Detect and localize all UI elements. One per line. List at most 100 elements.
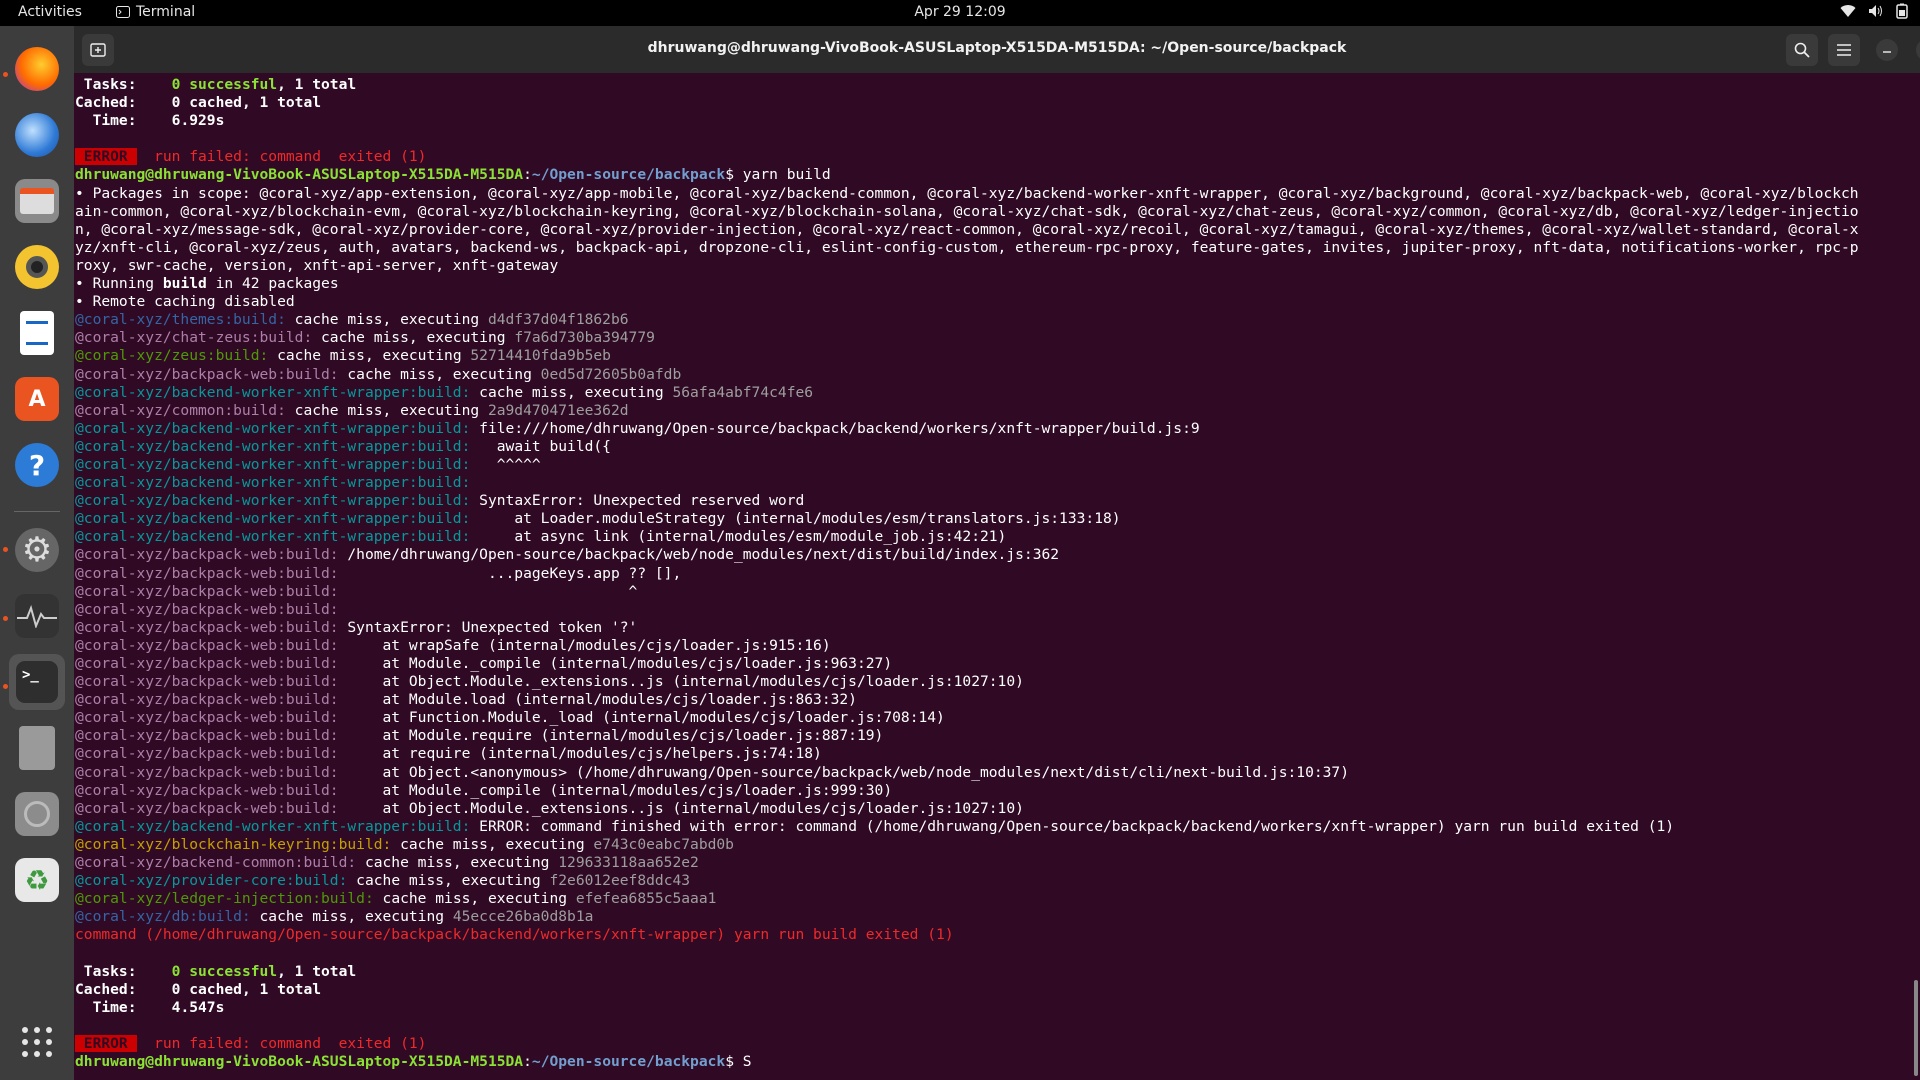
terminal-text: @coral-xyz/backend-worker-xnft-wrapper:b… <box>75 419 480 437</box>
terminal-text: cache miss, executing <box>294 311 488 329</box>
terminal-line: @coral-xyz/common:build: cache miss, exe… <box>75 402 1914 420</box>
ubuntu-software-icon: A <box>15 377 59 421</box>
terminal-line: @coral-xyz/blockchain-keyring:build: cac… <box>75 836 1914 854</box>
clock[interactable]: Apr 29 12:09 <box>914 4 1005 20</box>
terminal-text: @coral-xyz/backend-worker-xnft-wrapper:b… <box>75 437 480 455</box>
terminal-line: command (/home/dhruwang/Open-source/back… <box>75 926 1914 944</box>
terminal-line: @coral-xyz/backpack-web:build: <box>75 601 1914 619</box>
terminal-line: yz/xnft-cli, @coral-xyz/zeus, auth, avat… <box>75 239 1914 257</box>
terminal-text: • Remote caching disabled <box>75 293 295 311</box>
dock-trash[interactable]: ♻ <box>9 852 65 908</box>
terminal-text: run failed: command exited (1) <box>136 148 427 166</box>
terminal-line: @coral-xyz/backpack-web:build: at Module… <box>75 655 1914 673</box>
terminal-text: @coral-xyz/backpack-web:build: <box>75 745 348 763</box>
terminal-line: @coral-xyz/backpack-web:build: /home/dhr… <box>75 546 1914 564</box>
terminal-text: at Module._compile (internal/modules/cjs… <box>347 655 893 672</box>
terminal-text: @coral-xyz/backend-worker-xnft-wrapper:b… <box>75 383 480 401</box>
terminal-line: ain-common, @coral-xyz/blockchain-evm, @… <box>75 203 1914 221</box>
menu-button[interactable] <box>1828 34 1860 66</box>
dock-files[interactable] <box>9 173 65 229</box>
search-button[interactable] <box>1786 34 1818 66</box>
terminal-line: @coral-xyz/backpack-web:build: at Object… <box>75 673 1914 691</box>
terminal-text: 56afa4abf74c4fe6 <box>672 383 814 401</box>
dock-software[interactable]: A <box>9 371 65 427</box>
activities-button[interactable]: Activities <box>18 4 82 20</box>
terminal-line: @coral-xyz/backpack-web:build: at Object… <box>75 764 1914 782</box>
terminal-line: @coral-xyz/backpack-web:build: at Module… <box>75 727 1914 745</box>
dock-text-editor[interactable] <box>9 720 65 776</box>
thunderbird-icon <box>15 113 59 157</box>
terminal-line: @coral-xyz/backpack-web:build: cache mis… <box>75 366 1914 384</box>
terminal-text: 2a9d470471ee362d <box>487 401 629 419</box>
show-apps-button[interactable] <box>9 1014 65 1070</box>
terminal-text: ERROR <box>75 1034 137 1052</box>
terminal-text: @coral-xyz/zeus:build: <box>75 347 278 365</box>
dock-help[interactable]: ? <box>9 437 65 493</box>
terminal-line: ERROR run failed: command exited (1) <box>75 148 1914 166</box>
terminal-text: run failed: command exited (1) <box>136 1034 427 1052</box>
terminal-line: ERROR run failed: command exited (1) <box>75 1034 1914 1053</box>
terminal-line: @coral-xyz/backend-worker-xnft-wrapper:b… <box>75 384 1914 402</box>
scrollbar[interactable] <box>1914 980 1918 1076</box>
terminal-text: @coral-xyz/provider-core:build: <box>75 872 357 890</box>
terminal-text: @coral-xyz/backend-worker-xnft-wrapper:b… <box>75 528 480 546</box>
terminal-text: 0 successful <box>171 962 278 980</box>
terminal-text: @coral-xyz/backpack-web:build: <box>75 600 348 618</box>
terminal-text: ...pageKeys.app ?? [], <box>347 564 682 582</box>
terminal-text: at Module.require (internal/modules/cjs/… <box>347 727 884 745</box>
dock-disk[interactable] <box>9 786 65 842</box>
terminal-text: @coral-xyz/backpack-web:build: <box>75 618 348 636</box>
minimize-button[interactable] <box>1876 39 1898 61</box>
dock-separator <box>14 511 60 512</box>
terminal-output[interactable]: Tasks: 0 successful, 1 total Cached: 0 ca… <box>74 74 1914 1080</box>
terminal-text: @coral-xyz/backpack-web:build: <box>75 582 348 600</box>
dock-system-monitor[interactable] <box>9 588 65 644</box>
terminal-text: , 1 total <box>241 980 322 998</box>
terminal-text: file:///home/dhruwang/Open-source/backpa… <box>479 419 1200 437</box>
dock-firefox[interactable] <box>9 41 65 97</box>
text-editor-icon <box>19 726 55 770</box>
dock-terminal[interactable]: >_ <box>9 654 65 710</box>
terminal-text: : <box>523 166 532 184</box>
terminal-line: • Running build in 42 packages <box>75 275 1914 293</box>
terminal-text: /home/dhruwang/Open-source/backpack/web/… <box>347 546 1060 564</box>
terminal-line: @coral-xyz/backend-worker-xnft-wrapper:b… <box>75 420 1914 438</box>
terminal-text: ~/Open-source/backpack <box>531 1053 726 1071</box>
dock-rhythmbox[interactable] <box>9 239 65 295</box>
terminal-line: @coral-xyz/ledger-injection:build: cache… <box>75 890 1914 908</box>
terminal-text: @coral-xyz/chat-zeus:build: <box>75 329 322 347</box>
terminal-text: dhruwang@dhruwang-VivoBook-ASUSLaptop-X5… <box>75 166 524 184</box>
terminal-line: @coral-xyz/backpack-web:build: at Object… <box>75 800 1914 818</box>
terminal-text: • Running <box>75 275 163 293</box>
system-tray[interactable] <box>1840 3 1908 19</box>
header-bar[interactable]: dhruwang@dhruwang-VivoBook-ASUSLaptop-X5… <box>74 26 1920 73</box>
terminal-text: @coral-xyz/backend-worker-xnft-wrapper:b… <box>75 492 480 510</box>
terminal-text: , 1 total <box>241 94 322 112</box>
terminal-app-icon <box>116 6 130 18</box>
battery-icon <box>1896 3 1908 19</box>
dock-thunderbird[interactable] <box>9 107 65 163</box>
terminal-text: @coral-xyz/backpack-web:build: <box>75 564 348 582</box>
terminal-line: @coral-xyz/backpack-web:build: ...pageKe… <box>75 565 1914 583</box>
dock-settings[interactable]: ⚙ <box>9 522 65 578</box>
terminal-text: SyntaxError: Unexpected reserved word <box>479 492 805 510</box>
system-monitor-icon <box>15 594 59 638</box>
app-menu[interactable]: Terminal <box>116 4 195 20</box>
terminal-text: f2e6012eef8ddc43 <box>549 872 691 890</box>
apps-grid-icon <box>22 1027 52 1057</box>
terminal-text: await build({ <box>479 437 611 455</box>
terminal-text: @coral-xyz/backpack-web:build: <box>75 727 348 745</box>
volume-icon <box>1869 5 1882 17</box>
terminal-line: @coral-xyz/chat-zeus:build: cache miss, … <box>75 329 1914 347</box>
terminal-text: at Object.<anonymous> (/home/dhruwang/Op… <box>347 763 1349 781</box>
terminal-text: cache miss, executing <box>294 401 488 419</box>
terminal-text: @coral-xyz/backpack-web:build: <box>75 709 348 727</box>
terminal-text: @coral-xyz/backend-worker-xnft-wrapper:b… <box>75 510 480 528</box>
dock-writer[interactable] <box>9 305 65 361</box>
terminal-text: cache miss, executing <box>321 329 515 347</box>
running-indicator <box>3 684 8 689</box>
libreoffice-writer-icon <box>20 311 54 355</box>
terminal-line: @coral-xyz/backpack-web:build: at wrapSa… <box>75 637 1914 655</box>
terminal-text: @coral-xyz/backpack-web:build: <box>75 655 348 672</box>
terminal-line: @coral-xyz/backend-worker-xnft-wrapper:b… <box>75 492 1914 510</box>
